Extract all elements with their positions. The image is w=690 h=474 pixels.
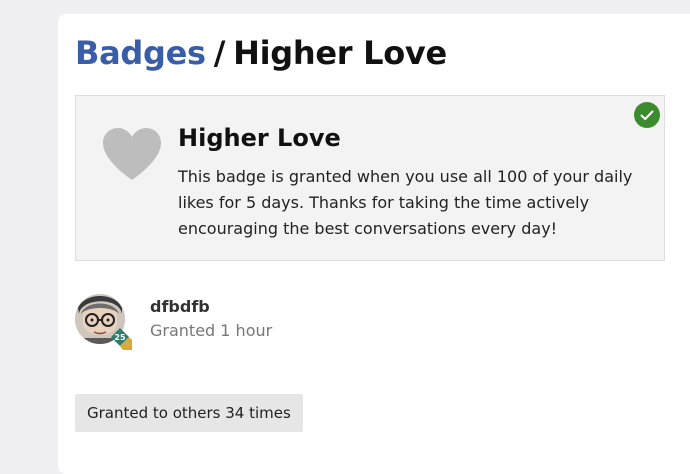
check-circle-icon	[634, 102, 660, 128]
username-link[interactable]: dfbdfb	[150, 297, 210, 316]
level-number: 25	[114, 333, 126, 342]
badge-name: Higher Love	[178, 124, 341, 152]
breadcrumb-separator: /	[213, 34, 226, 72]
badge-card: Higher Love This badge is granted when y…	[75, 95, 665, 261]
granted-time: Granted 1 hour	[150, 321, 273, 340]
breadcrumb-current: Higher Love	[233, 34, 447, 72]
breadcrumb-badges-link[interactable]: Badges	[75, 34, 206, 72]
heart-icon	[103, 128, 161, 180]
page-title: Badges / Higher Love	[75, 34, 447, 72]
granted-to-others-button[interactable]: Granted to others 34 times	[75, 394, 303, 432]
granted-user-row: 25 dfbdfb Granted 1 hour	[75, 294, 475, 354]
badge-description: This badge is granted when you use all 1…	[178, 167, 633, 238]
trust-level-badge: 25	[111, 328, 133, 350]
